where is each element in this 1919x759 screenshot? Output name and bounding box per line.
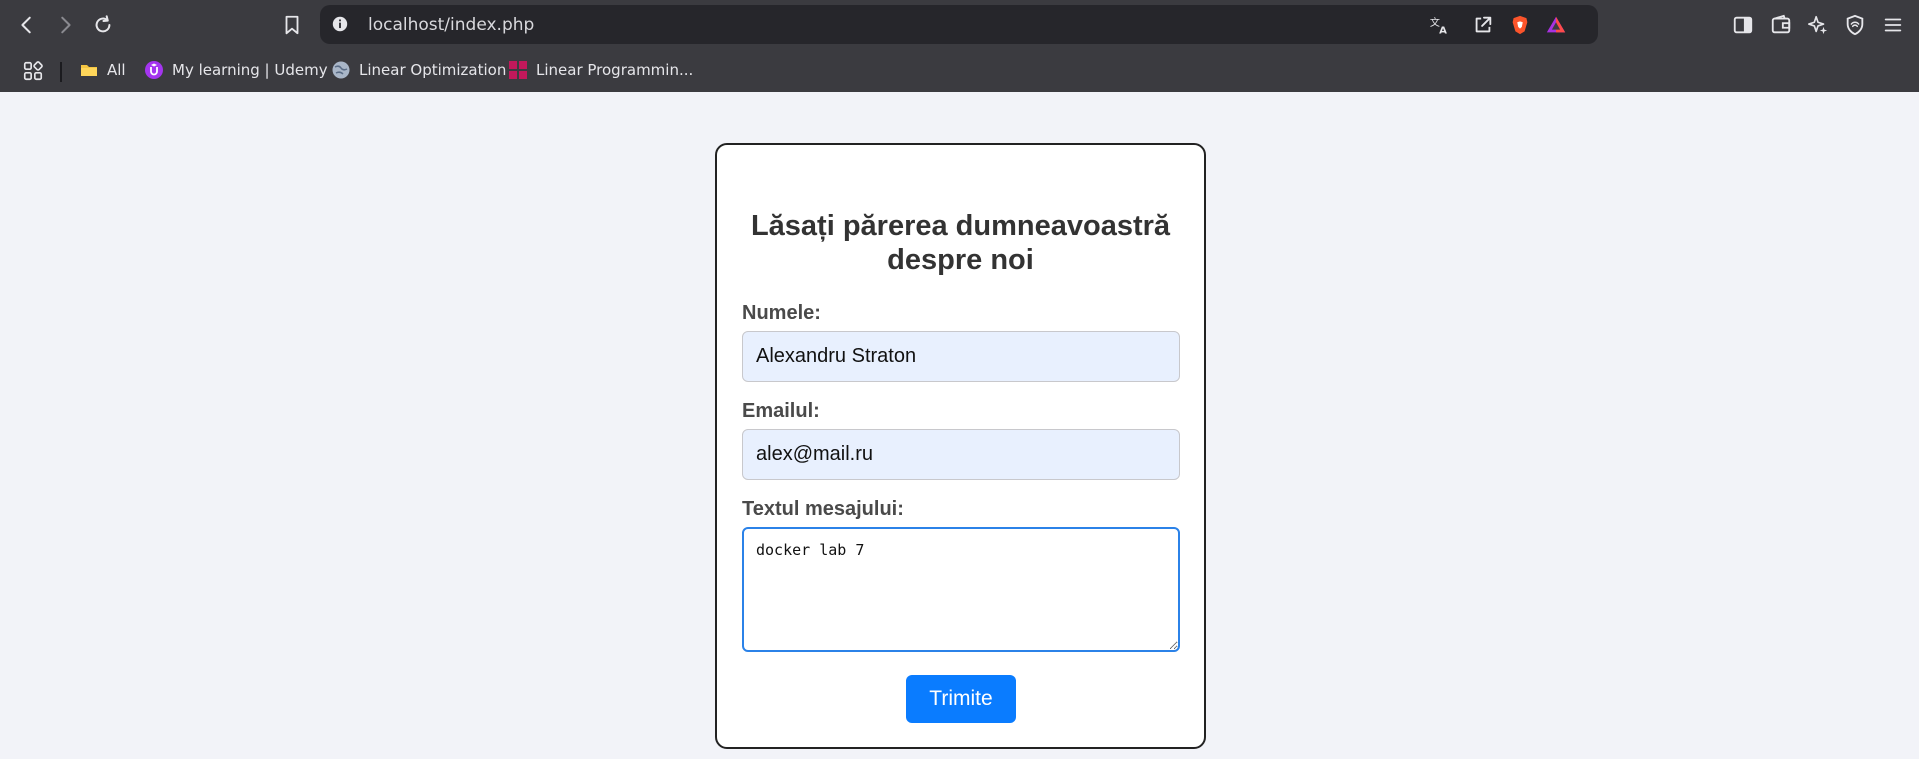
site-info-icon[interactable] — [330, 14, 350, 34]
browser-toolbar: localhost/index.php 文A — [0, 0, 1919, 50]
name-label: Numele: — [742, 302, 821, 324]
brave-shields-icon[interactable] — [1507, 12, 1533, 38]
url-text[interactable]: localhost/index.php — [368, 15, 534, 35]
bookmark-linear-programming[interactable]: Linear Programmin... — [508, 57, 693, 83]
grid-logo-icon — [508, 60, 528, 80]
address-bar[interactable]: localhost/index.php 文A — [320, 5, 1598, 44]
bookmark-all[interactable]: All — [79, 57, 126, 83]
apps-grid-icon[interactable] — [17, 55, 49, 87]
email-input[interactable] — [742, 429, 1180, 480]
vpn-icon[interactable] — [1839, 9, 1871, 41]
share-icon[interactable] — [1470, 12, 1496, 38]
udemy-icon — [144, 60, 164, 80]
message-label: Textul mesajului: — [742, 498, 904, 520]
bookmark-label: Linear Optimization — [359, 61, 507, 79]
globe-icon — [331, 60, 351, 80]
forward-icon[interactable] — [49, 9, 81, 41]
submit-button[interactable]: Trimite — [906, 675, 1016, 723]
message-textarea[interactable]: docker lab 7 — [742, 527, 1180, 652]
translate-icon[interactable]: 文A — [1427, 12, 1453, 38]
wallet-icon[interactable] — [1765, 9, 1797, 41]
bookmark-label: Linear Programmin... — [536, 61, 694, 79]
brave-rewards-icon[interactable] — [1543, 12, 1569, 38]
bookmark-udemy[interactable]: My learning | Udemy — [144, 57, 328, 83]
back-icon[interactable] — [11, 9, 43, 41]
leo-ai-icon[interactable] — [1802, 9, 1834, 41]
browser-chrome: localhost/index.php 文A All My learning |… — [0, 0, 1919, 92]
bookmarks-bar: All My learning | Udemy Linear Optimizat… — [0, 50, 1919, 92]
email-label: Emailul: — [742, 400, 820, 422]
svg-text:A: A — [1439, 25, 1447, 36]
form-title: Lăsați părerea dumneavoastră despre noi — [750, 210, 1171, 276]
bookmark-label: All — [107, 61, 126, 79]
bookmark-icon[interactable] — [276, 9, 308, 41]
folder-icon — [79, 60, 99, 80]
menu-icon[interactable] — [1877, 9, 1909, 41]
sidebar-icon[interactable] — [1727, 9, 1759, 41]
bookmarks-separator — [60, 62, 62, 82]
feedback-form: Lăsați părerea dumneavoastră despre noi … — [715, 143, 1206, 749]
bookmark-linear-optimization[interactable]: Linear Optimization — [331, 57, 506, 83]
bookmark-label: My learning | Udemy — [172, 61, 328, 79]
reload-icon[interactable] — [87, 9, 119, 41]
name-input[interactable] — [742, 331, 1180, 382]
